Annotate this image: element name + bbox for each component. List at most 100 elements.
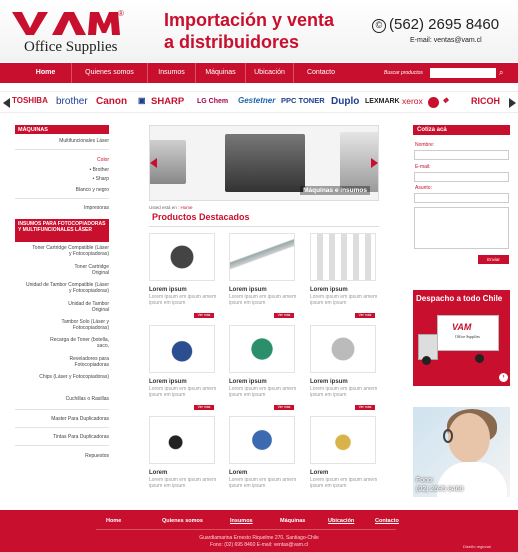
nav-contacto[interactable]: Contacto — [294, 63, 348, 83]
product-image[interactable] — [149, 416, 215, 464]
product-name[interactable]: Lorem — [149, 470, 167, 476]
promo-arrow-icon[interactable]: › — [499, 373, 508, 382]
sidebar-item-tambor-solo[interactable]: Tambor Solo (Láser y Fotocopiadoras) — [29, 319, 109, 331]
sidebar-item-repuestos[interactable]: Repuestos — [85, 453, 109, 459]
footer-link-contacto[interactable]: Contacto — [375, 518, 399, 524]
truck-wheel-icon — [475, 354, 484, 363]
email-field[interactable] — [414, 172, 509, 182]
breadcrumb-prefix: Usted está en : — [149, 205, 180, 210]
sidebar-item-chips[interactable]: Chips (Láser y Fotocopiadoras) — [29, 374, 109, 380]
product-more-button[interactable]: Ver más — [355, 313, 375, 318]
message-field[interactable] — [414, 207, 509, 249]
footer-link-quienes[interactable]: Quienes somos — [162, 518, 203, 524]
footer-link-maquinas[interactable]: Máquinas — [280, 518, 305, 524]
submit-button[interactable]: Enviar — [478, 255, 509, 264]
brands-next-icon[interactable] — [509, 98, 516, 108]
product-name[interactable]: Lorem — [229, 470, 247, 476]
sidebar-item-blanco-negro[interactable]: Blanco y negro — [76, 187, 109, 193]
headset-icon — [443, 429, 453, 443]
header-email[interactable]: E-mail: ventas@vam.cl — [410, 37, 482, 44]
brand-strip: TOSHIBA brother Canon ▣ SHARP LG Chem Ge… — [0, 91, 518, 113]
product-name[interactable]: Lorem ipsum — [310, 287, 348, 293]
product-name[interactable]: Lorem ipsum — [229, 379, 267, 385]
product-name[interactable]: Lorem ipsum — [149, 379, 187, 385]
sidebar-item-tambor-compatible[interactable]: Unidad de Tambor Compatible (Láser y Fot… — [24, 282, 109, 294]
product-more-button[interactable]: Ver más — [274, 313, 294, 318]
product-more-button[interactable]: Ver más — [355, 405, 375, 410]
breadcrumb: Usted está en : Home — [149, 205, 193, 210]
sidebar-item-sharp[interactable]: • Sharp — [93, 176, 109, 182]
logo[interactable]: ® Office Supplies — [12, 8, 124, 58]
product-description: Lorem ipsum em ipsum amem ipsum em ipsum — [310, 386, 378, 398]
footer: Home Quienes somos Insumos Máquinas Ubic… — [0, 510, 518, 552]
brand-canon: Canon — [96, 96, 128, 107]
shipping-promo[interactable]: Despacho a todo Chile VAM Office Supplie… — [413, 290, 510, 386]
sidebar-item-brother[interactable]: • Brother — [89, 167, 109, 173]
sidebar-supplies-title: INSUMOS PARA FOTOCOPIADORAS Y MULTIFUNCI… — [15, 219, 109, 242]
brand-seal-icon — [428, 97, 439, 108]
subject-field[interactable] — [414, 193, 509, 203]
product-more-button[interactable]: Ver más — [194, 405, 214, 410]
phone-icon: © — [372, 19, 386, 33]
promo-title: Despacho a todo Chile — [416, 294, 503, 303]
product-image[interactable] — [229, 233, 295, 281]
breadcrumb-current[interactable]: Home — [181, 205, 193, 210]
hero-slider[interactable]: Máquinas e insumos — [149, 125, 379, 201]
sidebar-item-master[interactable]: Master Para Duplicadoras — [51, 416, 109, 422]
product-more-button[interactable]: Ver más — [274, 405, 294, 410]
nav-home[interactable]: Home — [20, 63, 72, 83]
product-description: Lorem ipsum em ipsum amem ipsum em ipsum — [229, 294, 297, 306]
nav-ubicacion[interactable]: Ubicación — [246, 63, 294, 83]
footer-link-ubicacion[interactable]: Ubicación — [328, 518, 354, 524]
product-description: Lorem ipsum em ipsum amem ipsum em ipsum — [149, 294, 217, 306]
product-image[interactable] — [229, 416, 295, 464]
brand-brother: brother — [56, 96, 88, 107]
header-phone-number: (562) 2695 8460 — [389, 16, 500, 33]
product-image[interactable] — [310, 416, 376, 464]
featured-products-title: Productos Destacados — [152, 212, 250, 222]
truck-logo-sub: Office Supplies — [455, 334, 480, 339]
product-description: Lorem ipsum em ipsum amem ipsum em ipsum — [229, 386, 297, 398]
name-field[interactable] — [414, 150, 509, 160]
truck-box: VAM Office Supplies — [437, 315, 499, 351]
sidebar-item-toner-compatible[interactable]: Toner Cartridge Compatible (Láser y Foto… — [29, 245, 109, 257]
product-description: Lorem ipsum em ipsum amem ipsum em ipsum — [149, 477, 217, 489]
search-input[interactable] — [430, 68, 496, 78]
search-icon[interactable]: ⌕ — [499, 68, 509, 78]
nav-quienes-somos[interactable]: Quienes somos — [72, 63, 148, 83]
search-label: Buscar productos — [384, 70, 423, 76]
sidebar-item-toner-original[interactable]: Toner Cartridge Original — [59, 264, 109, 276]
brands-prev-icon[interactable] — [3, 98, 10, 108]
product-image[interactable] — [149, 325, 215, 373]
tagline-line-2: a distribuidores — [164, 32, 300, 52]
sidebar-divider — [15, 445, 109, 446]
footer-link-home[interactable]: Home — [106, 518, 121, 524]
sidebar-item-color[interactable]: Color — [97, 157, 109, 163]
sidebar-item-reveladores[interactable]: Reveladores para Fotocopiadoras — [49, 356, 109, 368]
product-name[interactable]: Lorem ipsum — [310, 379, 348, 385]
product-image[interactable] — [149, 233, 215, 281]
footer-credit[interactable]: Diseño regional — [463, 544, 491, 549]
sidebar-item-cuchillas[interactable]: Cuchillas o Rasillas — [66, 396, 109, 402]
product-image[interactable] — [310, 325, 376, 373]
contact-agent-banner[interactable]: Fono: (02) 2695 8460 — [413, 407, 510, 497]
product-more-button[interactable]: Ver más — [194, 313, 214, 318]
product-image[interactable] — [310, 233, 376, 281]
footer-link-insumos[interactable]: Insumos — [230, 518, 253, 524]
product-image[interactable] — [229, 325, 295, 373]
sidebar-item-impresoras[interactable]: Impresoras — [84, 205, 109, 211]
sidebar-item-multifuncionales[interactable]: Multifuncionales Láser — [59, 138, 109, 144]
nav-maquinas[interactable]: Máquinas — [196, 63, 246, 83]
sidebar-item-tintas[interactable]: Tintas Para Duplicadoras — [53, 434, 109, 440]
footer-address: Guardiamarina Ernesto Riquelme 270, Sant… — [199, 535, 319, 541]
sidebar-item-tambor-original[interactable]: Unidad de Tambor Original — [54, 301, 109, 313]
header: ® Office Supplies Importación y venta a … — [0, 0, 518, 62]
product-name[interactable]: Lorem ipsum — [149, 287, 187, 293]
logo-subtitle: Office Supplies — [24, 39, 118, 55]
product-name[interactable]: Lorem ipsum — [229, 287, 267, 293]
sidebar-item-recarga-toner[interactable]: Recarga de Toner (botella, saco, — [49, 337, 109, 349]
nav-insumos[interactable]: Insumos — [148, 63, 196, 83]
brand-panasonic-icon: ▣ — [138, 96, 146, 105]
product-description: Lorem ipsum em ipsum amem ipsum em ipsum — [149, 386, 217, 398]
product-name[interactable]: Lorem — [310, 470, 328, 476]
